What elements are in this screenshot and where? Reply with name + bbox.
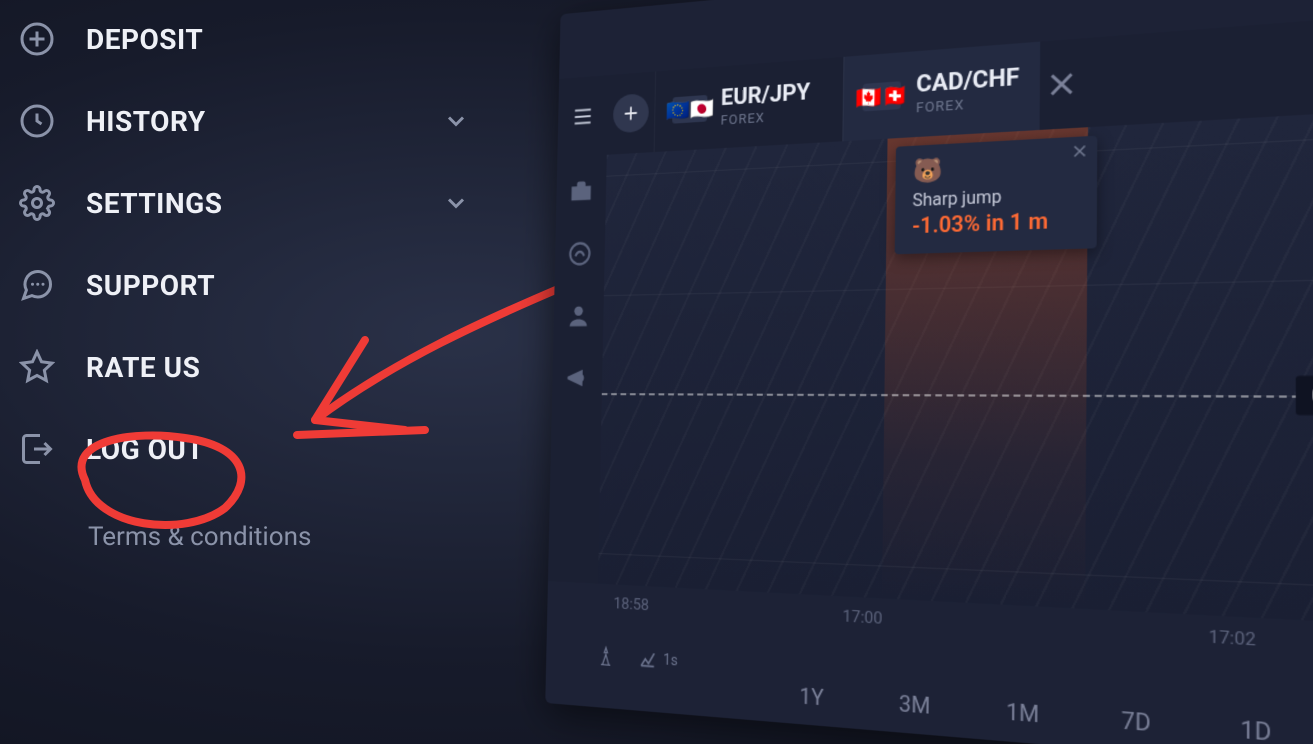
tab-category-label: FOREX — [720, 108, 810, 129]
add-chart-button[interactable] — [607, 71, 655, 154]
x-axis-tick: 18:58 — [613, 594, 649, 615]
drawing-tools-button[interactable] — [596, 645, 615, 667]
hamburger-menu-button[interactable] — [557, 75, 608, 158]
timeframe-1y[interactable]: 1Y — [762, 663, 863, 729]
close-icon[interactable] — [1069, 141, 1090, 162]
candle-interval-label: 1s — [663, 652, 678, 670]
chart-tab-eurjpy[interactable]: 🇪🇺🇯🇵 EUR/JPY FOREX — [654, 58, 830, 152]
menu-label: HISTORY — [86, 105, 206, 138]
menu-label: RATE US — [86, 351, 200, 384]
plus-circle-icon — [18, 20, 56, 58]
chat-icon — [18, 266, 56, 304]
candle-interval-button[interactable]: 1s — [638, 648, 678, 672]
menu-item-settings[interactable]: SETTINGS — [18, 184, 500, 222]
menu-item-history[interactable]: HISTORY — [18, 102, 500, 140]
main-menu-sidebar: DEPOSIT HISTORY SETTINGS SUPPORT RATE US — [0, 0, 500, 552]
trading-panel: $10000 DEMO 🇪🇺🇯🇵 EUR/JPY FOREX — [545, 0, 1313, 744]
menu-label: DEPOSIT — [86, 23, 203, 56]
promo-icon[interactable] — [564, 364, 590, 392]
menu-label: LOG OUT — [86, 433, 204, 466]
trading-panel-stage: $10000 DEMO 🇪🇺🇯🇵 EUR/JPY FOREX — [553, 10, 1313, 744]
star-icon — [18, 348, 56, 386]
tab-pair-label: CAD/CHF — [916, 64, 1019, 98]
pair-flag-icon: 🇨🇦🇨🇭 — [863, 81, 901, 111]
menu-item-deposit[interactable]: DEPOSIT — [18, 20, 500, 58]
menu-label: SUPPORT — [86, 269, 215, 302]
menu-item-logout[interactable]: LOG OUT — [18, 430, 500, 468]
signal-value: -1.03% in 1 m — [912, 206, 1078, 239]
chevron-down-icon — [442, 107, 470, 135]
timeframe-1m[interactable]: 1M — [967, 677, 1078, 744]
logout-icon — [18, 430, 56, 468]
chart-tool-rail — [548, 155, 607, 584]
clock-icon — [18, 102, 56, 140]
chevron-down-icon — [442, 189, 470, 217]
pair-flag-icon: 🇪🇺🇯🇵 — [672, 95, 707, 124]
menu-item-support[interactable]: SUPPORT — [18, 266, 500, 304]
briefcase-icon[interactable] — [568, 177, 594, 206]
timeframe-1d[interactable]: 1D — [1195, 693, 1313, 744]
x-axis-tick: 17:00 — [842, 606, 882, 628]
chart-tab-cadchf[interactable]: 🇨🇦🇨🇭 CAD/CHF FOREX — [843, 42, 1040, 142]
bear-icon: 🐻 — [913, 150, 1079, 186]
tab-pair-label: EUR/JPY — [721, 79, 811, 111]
x-axis-tick: 17:02 — [1209, 626, 1256, 650]
menu-label: SETTINGS — [86, 187, 222, 220]
menu-item-rate-us[interactable]: RATE US — [18, 348, 500, 386]
timeframe-7d[interactable]: 7D — [1078, 685, 1195, 744]
terms-link[interactable]: Terms & conditions — [88, 522, 500, 552]
profile-icon[interactable] — [565, 301, 591, 329]
signal-popover[interactable]: 🐻Sharp jump-1.03% in 1 m — [895, 136, 1098, 255]
price-chart[interactable]: 0.775020.775000.774980.774950.77498🐻Shar… — [598, 107, 1313, 628]
gear-icon — [18, 184, 56, 222]
signals-icon[interactable] — [567, 239, 593, 268]
close-tab-button[interactable] — [1033, 54, 1091, 113]
current-price-tag[interactable]: 0.77498 — [1296, 376, 1313, 417]
account-type-label: DEMO — [1250, 0, 1313, 20]
timeframe-3m[interactable]: 3M — [862, 670, 968, 738]
chart-mini-toolbar: 1s — [596, 645, 678, 672]
